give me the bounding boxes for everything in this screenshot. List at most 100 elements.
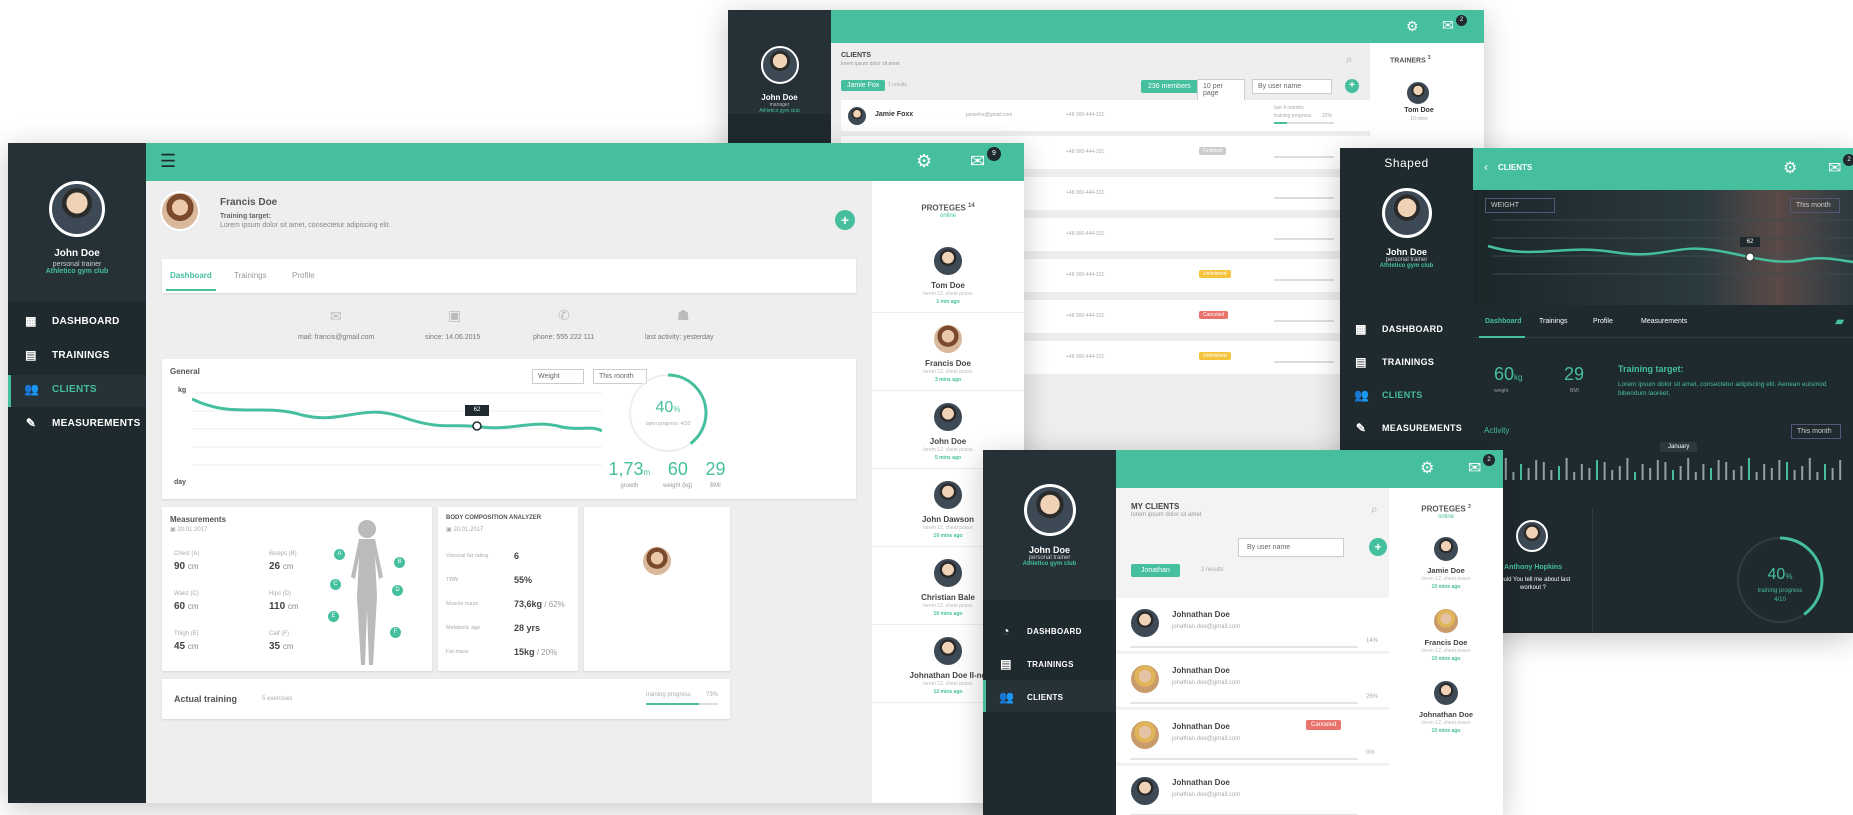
nav-dashboard[interactable]: ▦ DASHBOARD — [1354, 323, 1443, 335]
measurement-marker[interactable]: B — [394, 557, 405, 568]
mail-icon: ✉ — [330, 308, 342, 324]
tab-measurements[interactable]: Measurements — [1641, 318, 1687, 325]
avatar — [932, 323, 964, 355]
back-chevron-icon[interactable]: ‹ — [1484, 160, 1488, 174]
activity-bar — [1550, 470, 1553, 480]
actual-training-card[interactable]: Actual training 5 exercises training pro… — [162, 679, 730, 719]
protege-card[interactable]: Jamie Doe lorem 12. cheat posso 10 mins ag… — [1389, 534, 1503, 602]
measurement-marker[interactable]: E — [328, 611, 339, 622]
activity-bar — [1656, 460, 1659, 480]
stat-item: 1,73m growth — [608, 459, 650, 489]
activity-bar — [1588, 468, 1591, 480]
user-club: Athletico gym club — [1022, 561, 1077, 567]
client-avatar — [160, 191, 200, 231]
activity-period-select[interactable]: This month — [1791, 424, 1841, 439]
search-icon[interactable]: ⌕ — [1371, 502, 1378, 517]
activity-bars — [1482, 458, 1842, 480]
filter-chip[interactable]: Jonathan — [1131, 564, 1180, 577]
nav-trainings[interactable]: ▤ TRAININGS — [1354, 356, 1434, 368]
info-since: since: 14.06.2015 — [425, 334, 481, 341]
general-title: General — [170, 367, 200, 376]
protege-name: John Doe — [929, 437, 967, 446]
clipboard-icon: ▤ — [1355, 355, 1367, 369]
nav-dashboard[interactable]: ▦ DASHBOARD — [24, 315, 120, 327]
tab-profile[interactable]: Profile — [292, 271, 315, 280]
chart-tooltip: 62 — [1746, 239, 1754, 245]
filter-chip[interactable]: Jamie Fox — [841, 80, 886, 91]
progress-bar — [1130, 702, 1358, 704]
mail-icon[interactable]: ✉ — [1442, 17, 1454, 34]
last-message-card[interactable]: LAST MESSAGE Francis Doe ✉ ⚙ Lorem ipsum… — [584, 507, 730, 671]
mail-icon[interactable]: ✉ — [970, 151, 985, 172]
add-client-button[interactable]: + — [1369, 538, 1387, 556]
tab-dashboard[interactable]: Dashboard — [170, 271, 212, 280]
nav-dashboard[interactable]: ◔ DASHBOARD — [999, 625, 1082, 637]
measurement-marker[interactable]: A — [334, 549, 345, 560]
gear-icon[interactable]: ⚙ — [1783, 158, 1797, 178]
sort-select[interactable]: By user name — [1238, 538, 1344, 557]
tab-trainings[interactable]: Trainings — [1539, 318, 1568, 325]
client-row[interactable]: Johnathan Doe jonathan.doe@gmail.com 14% — [1116, 598, 1389, 652]
stat-label: weight (kg) — [663, 483, 693, 489]
brand-logo: Shaped — [1384, 156, 1429, 170]
user-name: John Doe — [54, 248, 100, 259]
measurement-marker[interactable]: D — [392, 585, 403, 596]
nav-clients[interactable]: 👥 CLIENTS — [24, 383, 97, 395]
gear-icon[interactable]: ⚙ — [916, 151, 932, 172]
mobile-tabs: Dashboard Trainings Profile Measurements… — [1473, 308, 1853, 338]
client-row[interactable]: Johnathan Doe jonathan.doe@gmail.com Cance… — [1116, 710, 1389, 764]
row-phone: +48 000-444-331 — [1066, 354, 1105, 360]
nav-trainings[interactable]: ▤ TRAININGS — [999, 658, 1074, 670]
members-button[interactable]: 236 members — [1141, 80, 1198, 93]
reply-icon[interactable]: ✉ — [641, 595, 648, 604]
nav-label: TRAININGS — [52, 349, 110, 361]
progress-bar — [1274, 238, 1334, 240]
client-row[interactable]: Johnathan Doe jonathan.doe@gmail.com 26% — [1116, 654, 1389, 708]
general-card: General kg Weight This month day 62 40% … — [162, 359, 856, 499]
table-row[interactable]: Jamie Foxx jamiefox@gmail.com +48 000-44… — [841, 100, 1370, 132]
avatar — [847, 106, 867, 126]
per-page-select[interactable]: 10 per page — [1197, 79, 1245, 101]
client-row[interactable]: Johnathan Doe jonathan.doe@gmail.com — [1116, 766, 1389, 815]
target-text: Lorem ipsum dolor sit amet, consectetur … — [220, 222, 391, 229]
activity-bar — [1504, 458, 1507, 480]
weight-series-line — [192, 397, 602, 433]
activity-bar — [1664, 462, 1667, 480]
nav-clients[interactable]: 👥 CLIENTS — [999, 691, 1063, 703]
tab-trainings[interactable]: Trainings — [234, 271, 267, 280]
measurement-marker[interactable]: F — [390, 627, 401, 638]
protege-card[interactable]: Tom Doe lorem 12. cheat posso 1 min ago — [872, 241, 1024, 313]
settings-icon[interactable]: ⚙ — [665, 595, 672, 604]
add-button[interactable]: + — [835, 210, 855, 230]
proteges-status: online — [1437, 514, 1454, 520]
menu-icon[interactable]: ☰ — [160, 152, 176, 170]
nav-measurements[interactable]: ✎ MEASUREMENTS — [24, 417, 141, 429]
chat-icon[interactable]: ▰ — [1835, 314, 1844, 328]
phone-icon: ✆ — [558, 307, 570, 323]
measurement-marker[interactable]: C — [330, 579, 341, 590]
client-pct: 26% — [1366, 694, 1379, 700]
activity-bar — [1717, 460, 1720, 480]
nav-measurements[interactable]: ✎ MEASUREMENTS — [1354, 422, 1462, 434]
sort-select[interactable]: By user name — [1252, 79, 1332, 94]
tab-profile[interactable]: Profile — [1593, 318, 1613, 325]
tape-icon: ✎ — [25, 416, 37, 430]
actual-pct: 73% — [706, 692, 719, 698]
protege-card[interactable]: Francis Doe lorem 12. cheat posso 3 mins a… — [872, 319, 1024, 391]
gear-icon[interactable]: ⚙ — [1406, 18, 1419, 35]
add-client-button[interactable]: + — [1345, 79, 1359, 93]
stat-value: 29 — [705, 459, 726, 479]
tab-active-underline — [166, 289, 216, 291]
mail-icon[interactable]: ✉ — [1828, 158, 1841, 178]
message-text: Could You tell me about last workout ? — [1495, 577, 1571, 591]
protege-card[interactable]: Francis Doe lorem 12. cheat posso 10 mins … — [1389, 606, 1503, 674]
mail-icon[interactable]: ✉ — [1468, 458, 1481, 478]
nav-clients[interactable]: 👥 CLIENTS — [1354, 389, 1423, 401]
gear-icon[interactable]: ⚙ — [1420, 458, 1434, 478]
stat-item: 60 weight (kg) — [663, 459, 692, 489]
protege-sub: lorem 12. cheat posso — [923, 369, 973, 375]
tab-dashboard[interactable]: Dashboard — [1485, 318, 1522, 325]
search-icon[interactable]: ⌕ — [1346, 52, 1353, 67]
protege-card[interactable]: Johnathan Doe lorem 12. cheat posso 10 min… — [1389, 678, 1503, 746]
nav-trainings[interactable]: ▤ TRAININGS — [24, 349, 110, 361]
